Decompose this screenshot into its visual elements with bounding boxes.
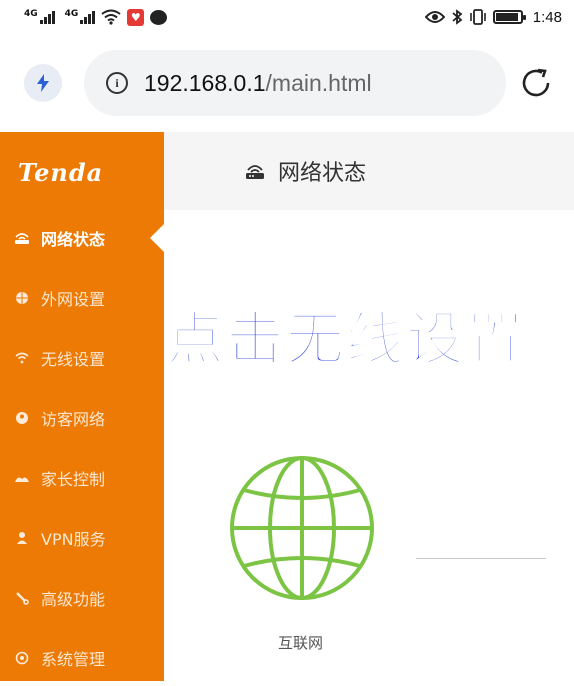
url-host: 192.168.0.1 [144, 69, 266, 96]
wifi-status-icon [101, 9, 121, 25]
notification-app-icon: ♥ [127, 8, 145, 26]
globe-icon [14, 290, 30, 306]
url-text[interactable]: 192.168.0.1/main.html [144, 70, 372, 97]
gear-icon [14, 650, 30, 666]
parental-control-icon [14, 470, 30, 486]
lightning-icon [37, 74, 49, 92]
signal-2-tag: 4G [64, 9, 79, 19]
sidebar-item-parental-control[interactable]: 家长控制 [0, 450, 164, 506]
tenda-logo: Tenda [18, 158, 104, 187]
guest-icon [14, 410, 30, 426]
reload-icon[interactable] [518, 65, 554, 101]
status-bar-right: 1:48 [424, 8, 562, 26]
router-icon [14, 230, 30, 246]
sidebar-item-wireless-settings[interactable]: 无线设置 [0, 330, 164, 386]
chat-notification-icon [150, 9, 168, 25]
status-time: 1:48 [532, 8, 562, 26]
sidebar-item-label: VPN服务 [41, 530, 106, 549]
page-title: 网络状态 [278, 161, 367, 186]
battery-icon [492, 10, 526, 24]
sidebar-item-label: 网络状态 [41, 230, 106, 249]
address-bar[interactable]: i 192.168.0.1/main.html [84, 50, 506, 116]
signal-1-tag: 4G [24, 9, 38, 19]
wifi-icon [14, 350, 30, 366]
status-bar: 4G 4G ♥ 1:48 [0, 0, 574, 34]
url-path: /main.html [265, 69, 372, 96]
sidebar-item-label: 访客网络 [41, 410, 106, 429]
router-header-icon [246, 165, 264, 179]
main-content: 网络状态 点击无线设置 互联网 [164, 132, 574, 681]
status-bar-left: 4G 4G ♥ [24, 8, 168, 26]
sidebar-item-label: 系统管理 [41, 650, 106, 669]
browser-toolbar: i 192.168.0.1/main.html [0, 34, 574, 132]
signal-2-icon: 4G [64, 9, 96, 24]
sidebar-item-system-management[interactable]: 系统管理 [0, 630, 164, 686]
vibrate-icon [469, 9, 486, 25]
site-info-icon[interactable]: i [106, 72, 128, 94]
content-header: 网络状态 [164, 132, 574, 210]
sidebar-item-label: 外网设置 [41, 290, 106, 309]
connection-line [416, 558, 546, 559]
sidebar-item-label: 高级功能 [41, 590, 106, 609]
sidebar-item-label: 无线设置 [41, 350, 106, 369]
instruction-overlay-text: 点击无线设置 [165, 304, 527, 374]
signal-1-icon: 4G [24, 9, 55, 24]
router-sidebar: Tenda 网络状态 外网设置 无线设置 访客网络 家长控制 VPN服务 高级功… [0, 132, 164, 681]
sidebar-item-label: 家长控制 [41, 470, 106, 489]
wrench-icon [14, 590, 30, 606]
sidebar-item-vpn-service[interactable]: VPN服务 [0, 510, 164, 566]
internet-globe-icon [230, 456, 374, 600]
eye-icon [424, 11, 445, 23]
active-indicator [150, 224, 164, 252]
vpn-icon [14, 530, 30, 546]
internet-label: 互联网 [278, 634, 324, 652]
sidebar-item-wan-settings[interactable]: 外网设置 [0, 270, 164, 326]
sidebar-item-guest-network[interactable]: 访客网络 [0, 390, 164, 446]
lite-mode-button[interactable] [24, 64, 62, 102]
sidebar-item-advanced[interactable]: 高级功能 [0, 570, 164, 626]
sidebar-item-network-status[interactable]: 网络状态 [0, 210, 164, 266]
bluetooth-icon [452, 9, 463, 25]
